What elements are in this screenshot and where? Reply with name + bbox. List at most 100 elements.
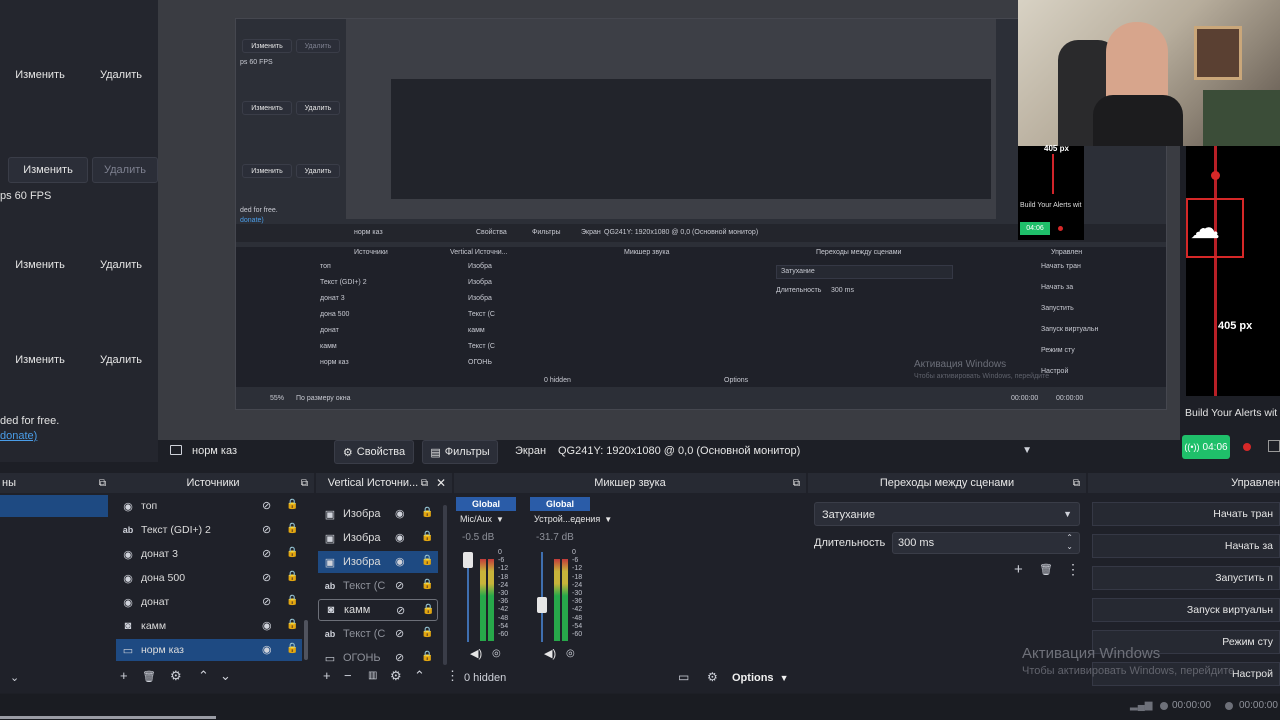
vertical-preview[interactable]: ☁ 405 px bbox=[1186, 146, 1280, 396]
vertical-source-item[interactable]: ab Текст (С ⊘ 🔒 bbox=[318, 623, 438, 645]
scene-item-selected[interactable] bbox=[0, 495, 108, 517]
chevron-down-icon[interactable]: ⌄ bbox=[220, 668, 231, 684]
eye-icon[interactable]: ◉ bbox=[395, 531, 405, 544]
lock-icon[interactable]: 🔒 bbox=[422, 604, 434, 615]
eye-icon[interactable]: ◉ bbox=[395, 555, 405, 568]
chevron-up-icon[interactable]: ⌃ bbox=[414, 668, 425, 684]
filter-icon[interactable]: ▥ bbox=[368, 670, 377, 681]
mixer-channel-select[interactable]: Mic/Aux ▼ bbox=[460, 514, 532, 524]
gear-icon[interactable]: ⚙ bbox=[390, 668, 402, 684]
lock-icon[interactable]: 🔒 bbox=[286, 643, 298, 654]
edit-button-2[interactable]: Изменить bbox=[8, 157, 88, 183]
lock-icon[interactable]: 🔒 bbox=[421, 555, 433, 566]
lock-icon[interactable]: 🔒 bbox=[286, 571, 298, 582]
source-item[interactable]: ◉ донат ⊘ 🔒 bbox=[116, 591, 302, 613]
control-button[interactable]: Начать тран bbox=[1092, 502, 1280, 526]
source-item[interactable]: ▭ норм каз ◉ 🔒 bbox=[116, 639, 302, 661]
lock-icon[interactable]: 🔒 bbox=[421, 579, 433, 590]
trash-icon[interactable]: 🗑 bbox=[1039, 563, 1053, 576]
stepper-icon[interactable]: ⌃ ⌄ bbox=[1066, 533, 1073, 551]
vertical-source-item[interactable]: ◙ камм ⊘ 🔒 bbox=[318, 599, 438, 621]
vertical-source-item[interactable]: ab Текст (С ⊘ 🔒 bbox=[318, 575, 438, 597]
delete-button-4[interactable]: Удалить bbox=[86, 347, 156, 373]
eye-slash-icon[interactable]: ⊘ bbox=[262, 499, 271, 512]
more-icon[interactable]: ⋮ bbox=[1066, 561, 1080, 578]
lock-icon[interactable]: 🔒 bbox=[286, 595, 298, 606]
source-item[interactable]: ◉ дона 500 ⊘ 🔒 bbox=[116, 567, 302, 589]
gear-icon[interactable]: ⚙ bbox=[170, 668, 182, 684]
delete-button-1[interactable]: Удалить bbox=[86, 62, 156, 88]
delete-button-2[interactable]: Удалить bbox=[92, 157, 158, 183]
lock-icon[interactable]: 🔒 bbox=[286, 547, 298, 558]
inner-edit-button: Изменить bbox=[242, 39, 292, 53]
edit-button-3[interactable]: Изменить bbox=[2, 252, 78, 278]
monitor-off-icon[interactable]: ◎ bbox=[566, 648, 575, 659]
speaker-icon[interactable]: ◀) bbox=[544, 647, 556, 660]
transition-select[interactable]: Затухание ▼ bbox=[814, 502, 1080, 526]
add-icon[interactable]: + bbox=[323, 668, 331, 683]
source-item[interactable]: ◉ топ ⊘ 🔒 bbox=[116, 495, 302, 517]
close-icon[interactable]: ✕ bbox=[436, 476, 446, 490]
vertical-source-item[interactable]: ▣ Изобра ◉ 🔒 bbox=[318, 503, 438, 525]
edit-button-1[interactable]: Изменить bbox=[2, 62, 78, 88]
minus-icon[interactable]: − bbox=[344, 668, 352, 683]
vertical-source-item[interactable]: ▭ ОГОНЬ ⊘ 🔒 bbox=[318, 647, 438, 669]
lock-icon[interactable]: 🔒 bbox=[421, 531, 433, 542]
duration-input[interactable]: 300 ms ⌃ ⌄ bbox=[892, 532, 1080, 554]
donate-link[interactable]: donate) bbox=[0, 430, 37, 442]
dock-float-icon[interactable]: ⧉ bbox=[1073, 478, 1080, 489]
chevron-down-icon: ▼ bbox=[604, 515, 613, 524]
delete-button-3[interactable]: Удалить bbox=[86, 252, 156, 278]
vertical-scrollbar[interactable] bbox=[443, 505, 447, 665]
mixer-settings-icon[interactable]: ⚙ bbox=[707, 670, 718, 684]
filters-button[interactable]: ▤ Фильтры bbox=[422, 440, 498, 464]
eye-icon[interactable]: ◉ bbox=[262, 643, 272, 656]
vertical-source-item[interactable]: ▣ Изобра ◉ 🔒 bbox=[318, 551, 438, 573]
eye-slash-icon[interactable]: ⊘ bbox=[396, 604, 405, 617]
vertical-source-item[interactable]: ▣ Изобра ◉ 🔒 bbox=[318, 527, 438, 549]
source-item[interactable]: ab Текст (GDI+) 2 ⊘ 🔒 bbox=[116, 519, 302, 541]
lock-icon[interactable]: 🔒 bbox=[421, 651, 433, 662]
mixer-layout-icon[interactable]: ▭ bbox=[678, 670, 689, 684]
scenes-scroll-chevron[interactable]: ⌄ bbox=[10, 671, 19, 684]
eye-slash-icon[interactable]: ⊘ bbox=[262, 523, 271, 536]
dock-float-icon[interactable]: ⧉ bbox=[793, 478, 800, 489]
sources-scrollbar[interactable] bbox=[304, 620, 308, 660]
volume-slider-handle[interactable] bbox=[537, 597, 547, 613]
lock-icon[interactable]: 🔒 bbox=[421, 627, 433, 638]
control-button[interactable]: Начать за bbox=[1092, 534, 1280, 558]
lock-icon[interactable]: 🔒 bbox=[286, 619, 298, 630]
add-transition-icon[interactable]: + bbox=[1014, 561, 1023, 578]
control-button[interactable]: Запустить п bbox=[1092, 566, 1280, 590]
speaker-icon[interactable]: ◀) bbox=[470, 647, 482, 660]
screen-icon-right[interactable] bbox=[1268, 440, 1280, 452]
eye-slash-icon[interactable]: ⊘ bbox=[262, 595, 271, 608]
rec-dot-icon[interactable] bbox=[1243, 443, 1251, 451]
monitor-off-icon[interactable]: ◎ bbox=[492, 648, 501, 659]
properties-button[interactable]: ⚙ Свойства bbox=[334, 440, 414, 464]
eye-slash-icon[interactable]: ⊘ bbox=[262, 571, 271, 584]
dock-float-icon[interactable]: ⧉ bbox=[301, 478, 308, 489]
trash-icon[interactable]: 🗑 bbox=[142, 670, 156, 683]
lock-icon[interactable]: 🔒 bbox=[421, 507, 433, 518]
eye-icon[interactable]: ◉ bbox=[262, 619, 272, 632]
eye-slash-icon[interactable]: ⊘ bbox=[395, 627, 404, 640]
eye-slash-icon[interactable]: ⊘ bbox=[395, 651, 404, 664]
volume-slider-handle[interactable] bbox=[463, 552, 473, 568]
chevron-up-icon[interactable]: ⌃ bbox=[198, 668, 209, 684]
source-item[interactable]: ◙ камм ◉ 🔒 bbox=[116, 615, 302, 637]
dock-float-icon[interactable]: ⧉ bbox=[421, 478, 428, 489]
edit-button-4[interactable]: Изменить bbox=[2, 347, 78, 373]
screen-select[interactable]: QG241Y: 1920x1080 @ 0,0 (Основной монито… bbox=[550, 440, 1040, 464]
eye-icon[interactable]: ◉ bbox=[395, 507, 405, 520]
mixer-channel-select[interactable]: Устрой...едения ▼ bbox=[534, 514, 612, 524]
eye-slash-icon[interactable]: ⊘ bbox=[395, 579, 404, 592]
source-item[interactable]: ◉ донат 3 ⊘ 🔒 bbox=[116, 543, 302, 565]
dock-float-icon[interactable]: ⧉ bbox=[99, 478, 106, 489]
add-icon[interactable]: + bbox=[120, 668, 128, 683]
lock-icon[interactable]: 🔒 bbox=[286, 523, 298, 534]
control-button[interactable]: Запуск виртуальн bbox=[1092, 598, 1280, 622]
options-button[interactable]: Options ▼ bbox=[732, 668, 802, 688]
eye-slash-icon[interactable]: ⊘ bbox=[262, 547, 271, 560]
lock-icon[interactable]: 🔒 bbox=[286, 499, 298, 510]
